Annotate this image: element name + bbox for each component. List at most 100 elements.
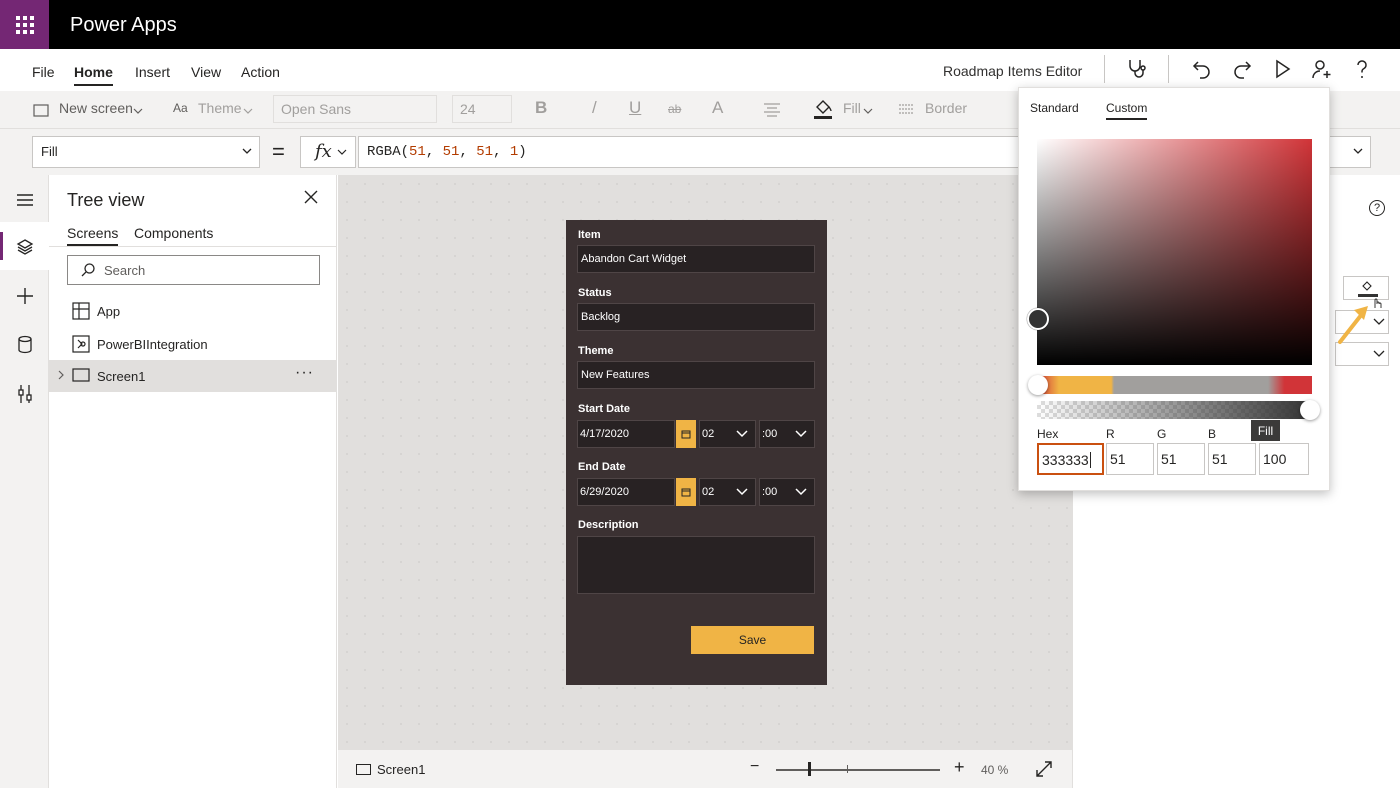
stethoscope-icon[interactable] — [1124, 57, 1148, 81]
font-family-value: Open Sans — [281, 101, 352, 117]
end-calendar-button[interactable] — [676, 478, 696, 506]
tree-item-label: Screen1 — [97, 369, 146, 384]
component-icon — [72, 335, 90, 353]
expand-formula-icon[interactable] — [1352, 146, 1364, 156]
menu-action[interactable]: Action — [241, 64, 280, 80]
end-hour-dropdown[interactable]: 02 — [699, 478, 756, 506]
zoom-level: 40 % — [981, 763, 1009, 777]
app-screen-preview[interactable]: Item Abandon Cart Widget Status Backlog … — [566, 220, 827, 685]
play-icon[interactable] — [1270, 57, 1294, 81]
end-minute-dropdown[interactable]: :00 — [759, 478, 815, 506]
description-input[interactable] — [577, 536, 815, 594]
align-icon[interactable] — [763, 102, 781, 118]
paint-bucket-icon[interactable] — [813, 96, 833, 120]
chevron-down-icon — [243, 108, 253, 114]
b-input[interactable]: 51 — [1208, 443, 1256, 475]
zoom-out-button[interactable]: − — [750, 758, 759, 776]
menu-insert[interactable]: Insert — [135, 64, 170, 80]
calendar-icon — [681, 488, 691, 497]
tree-item-powerbiintegration[interactable]: PowerBIIntegration — [49, 328, 337, 360]
start-calendar-button[interactable] — [676, 420, 696, 448]
zoom-default-tick — [847, 765, 848, 773]
alpha-slider[interactable] — [1037, 401, 1312, 419]
more-options-button[interactable]: ··· — [295, 364, 314, 382]
hex-input[interactable]: 333333 — [1037, 443, 1104, 475]
zoom-slider-thumb[interactable] — [808, 762, 811, 776]
calendar-icon — [681, 430, 691, 439]
screen-tab[interactable]: Screen1 — [356, 762, 425, 777]
chevron-right-icon[interactable] — [57, 368, 65, 382]
screen-icon — [356, 764, 371, 775]
start-hour-dropdown[interactable]: 02 — [699, 420, 756, 448]
font-color-button[interactable]: A — [712, 98, 723, 118]
equals-sign: = — [272, 139, 285, 164]
app-icon — [72, 302, 90, 320]
tab-components[interactable]: Components — [134, 225, 213, 241]
font-family-dropdown[interactable]: Open Sans — [273, 95, 437, 123]
border-button[interactable]: Border — [925, 100, 967, 116]
database-icon[interactable] — [12, 332, 38, 358]
alpha-input[interactable]: 100 — [1259, 443, 1309, 475]
screen-tab-label: Screen1 — [377, 762, 426, 777]
bold-button[interactable]: B — [535, 98, 547, 118]
divider — [1104, 55, 1105, 83]
app-launcher-button[interactable] — [0, 0, 49, 49]
underline-button[interactable]: U — [629, 98, 641, 118]
property-value: Fill — [41, 144, 58, 159]
formula-close: ) — [518, 144, 527, 160]
layers-icon[interactable] — [12, 234, 38, 260]
tree-search-input[interactable]: Search — [67, 255, 320, 285]
insert-plus-icon[interactable] — [12, 283, 38, 309]
color-area-thumb[interactable] — [1027, 308, 1049, 330]
font-size-dropdown[interactable]: 24 — [452, 95, 512, 123]
theme-button[interactable]: Theme — [198, 100, 242, 116]
zoom-slider[interactable] — [776, 769, 940, 771]
undo-icon[interactable] — [1190, 57, 1214, 81]
share-user-icon[interactable] — [1310, 57, 1334, 81]
top-bar: Power Apps — [0, 0, 1400, 49]
waffle-icon — [15, 15, 34, 34]
formula-b: 51 — [476, 144, 494, 160]
tree-item-app[interactable]: App — [49, 295, 337, 327]
saturation-value-area[interactable] — [1037, 139, 1312, 365]
italic-button[interactable]: / — [592, 98, 597, 118]
screen-icon — [72, 368, 90, 382]
r-input[interactable]: 51 — [1106, 443, 1154, 475]
hamburger-menu-icon[interactable] — [12, 187, 38, 213]
app-name-label[interactable]: Roadmap Items Editor — [943, 63, 1082, 79]
close-icon[interactable] — [303, 189, 319, 205]
strikethrough-button[interactable]: ab — [668, 102, 681, 116]
hue-slider[interactable] — [1037, 376, 1312, 394]
property-dropdown[interactable]: Fill — [32, 136, 260, 168]
menu-view[interactable]: View — [191, 64, 221, 80]
color-picker-popup: Standard Custom Hex R G B 333333 51 51 5… — [1018, 87, 1330, 491]
end-date-input[interactable]: 6/29/2020 — [577, 478, 675, 506]
status-input[interactable]: Backlog — [577, 303, 815, 331]
start-date-input[interactable]: 4/17/2020 — [577, 420, 675, 448]
alpha-slider-thumb[interactable] — [1300, 400, 1320, 420]
fit-to-window-icon[interactable] — [1035, 760, 1053, 778]
tab-screens[interactable]: Screens — [67, 225, 119, 246]
help-icon[interactable] — [1350, 57, 1374, 81]
g-input[interactable]: 51 — [1157, 443, 1205, 475]
zoom-in-button[interactable]: + — [954, 757, 965, 778]
description-label: Description — [578, 519, 639, 531]
chevron-down-icon — [242, 148, 252, 154]
properties-help-icon[interactable]: ? — [1369, 200, 1385, 216]
save-button[interactable]: Save — [691, 626, 814, 654]
menu-home[interactable]: Home — [74, 64, 113, 86]
hue-slider-thumb[interactable] — [1028, 375, 1048, 395]
item-input[interactable]: Abandon Cart Widget — [577, 245, 815, 273]
tab-standard[interactable]: Standard — [1030, 101, 1079, 115]
fill-button[interactable]: Fill — [843, 100, 861, 116]
advanced-tools-icon[interactable] — [12, 381, 38, 407]
chevron-down-icon — [133, 108, 143, 114]
tab-custom[interactable]: Custom — [1106, 101, 1148, 120]
new-screen-button[interactable]: New screen — [59, 100, 133, 116]
start-minute-dropdown[interactable]: :00 — [759, 420, 815, 448]
function-button[interactable]: fx — [300, 136, 356, 168]
tree-item-screen1[interactable]: Screen1 ··· — [49, 360, 337, 392]
theme-input[interactable]: New Features — [577, 361, 815, 389]
redo-icon[interactable] — [1230, 57, 1254, 81]
menu-file[interactable]: File — [32, 64, 55, 80]
